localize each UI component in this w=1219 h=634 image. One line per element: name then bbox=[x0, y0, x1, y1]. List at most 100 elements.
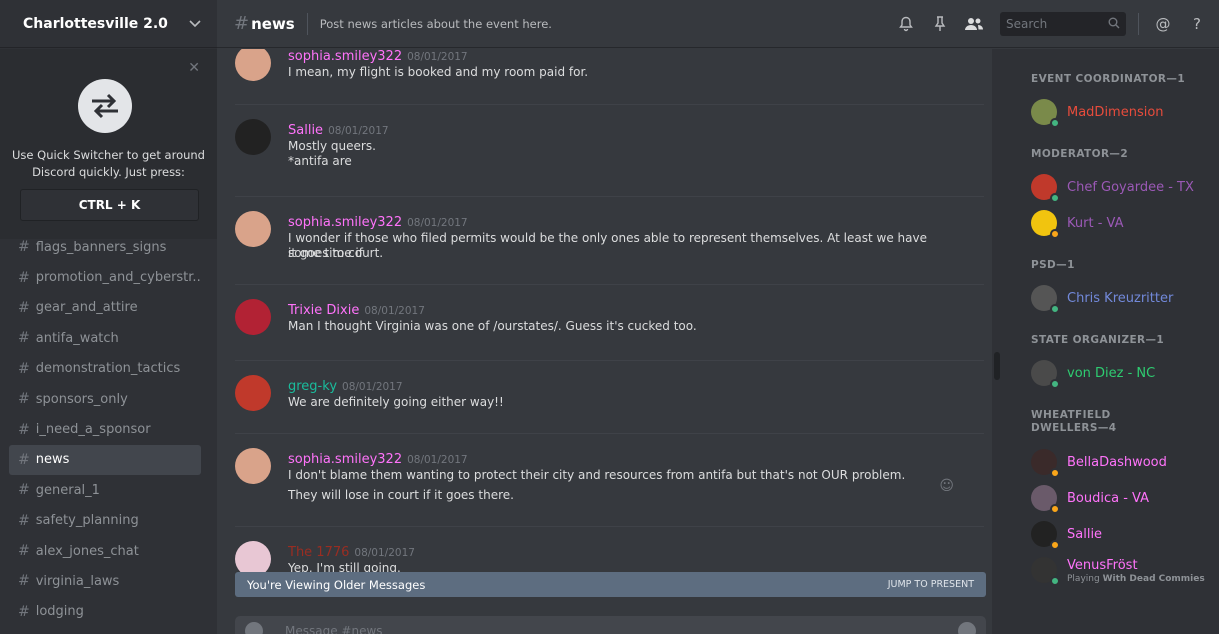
status-idle-icon bbox=[1050, 229, 1060, 239]
hash-icon: # bbox=[18, 512, 30, 529]
hash-icon: # bbox=[18, 573, 30, 590]
hash-icon: # bbox=[234, 13, 250, 34]
scrollbar-track[interactable] bbox=[992, 49, 1002, 634]
member-item[interactable]: von Diez - NC bbox=[1031, 358, 1155, 389]
avatar bbox=[1031, 485, 1060, 514]
avatar bbox=[1031, 521, 1060, 550]
message-meta: sophia.smiley322 08/01/2017 bbox=[288, 448, 468, 467]
hash-icon: # bbox=[18, 482, 30, 499]
add-reaction-icon[interactable]: ☺ bbox=[939, 478, 954, 494]
channel-item[interactable]: # safety_planning bbox=[9, 506, 201, 536]
message-author[interactable]: Trixie Dixie bbox=[288, 303, 359, 318]
message-author[interactable]: sophia.smiley322 bbox=[288, 215, 402, 230]
channel-name: antifa_watch bbox=[35, 330, 119, 346]
message-divider bbox=[235, 360, 984, 361]
member-item[interactable]: VenusFröst Playing With Dead Commies bbox=[1031, 555, 1205, 586]
status-online-icon bbox=[1050, 193, 1060, 203]
role-header: EVENT COORDINATOR—1 bbox=[1031, 73, 1186, 85]
channel-name: virginia_laws bbox=[35, 573, 120, 589]
message-text: it goes to court. bbox=[288, 246, 384, 260]
channel-name: sponsors_only bbox=[35, 391, 128, 407]
toolbar-divider bbox=[1138, 13, 1139, 35]
status-idle-icon bbox=[1050, 540, 1060, 550]
message-author[interactable]: sophia.smiley322 bbox=[288, 49, 402, 64]
message-author[interactable]: greg-ky bbox=[288, 379, 337, 394]
older-messages-bar: You're Viewing Older Messages JUMP TO PRE… bbox=[235, 572, 986, 597]
avatar[interactable] bbox=[235, 375, 271, 411]
channel-header: # news Post news articles about the even… bbox=[217, 0, 1219, 48]
member-item[interactable]: Boudica - VA bbox=[1031, 483, 1149, 514]
avatar[interactable] bbox=[235, 211, 271, 247]
message-meta: The 1776 08/01/2017 bbox=[288, 541, 415, 560]
channel-item[interactable]: # gear_and_attire bbox=[9, 293, 201, 323]
close-icon[interactable]: ✕ bbox=[188, 60, 200, 76]
message-author[interactable]: The 1776 bbox=[288, 545, 349, 560]
member-name: MadDimension bbox=[1067, 104, 1164, 120]
avatar[interactable] bbox=[235, 299, 271, 335]
avatar bbox=[1031, 99, 1060, 128]
member-item[interactable]: Chef Goyardee - TX bbox=[1031, 172, 1194, 203]
channel-name: alex_jones_chat bbox=[35, 543, 139, 559]
channel-item[interactable]: # promotion_and_cyberstr... bbox=[9, 262, 201, 292]
hash-icon: # bbox=[18, 451, 30, 468]
channel-item[interactable]: # i_need_a_sponsor bbox=[9, 414, 201, 444]
server-header[interactable]: Charlottesville 2.0 bbox=[0, 0, 217, 48]
member-item[interactable]: MadDimension bbox=[1031, 97, 1164, 128]
member-item[interactable]: Kurt - VA bbox=[1031, 208, 1124, 239]
avatar bbox=[1031, 557, 1060, 586]
message-author[interactable]: sophia.smiley322 bbox=[288, 452, 402, 467]
search-input[interactable]: Search bbox=[1000, 12, 1126, 36]
channel-sidebar: Charlottesville 2.0 # flags_banners_signs… bbox=[0, 0, 217, 634]
jump-to-present-button[interactable]: JUMP TO PRESENT bbox=[888, 579, 974, 590]
avatar bbox=[1031, 285, 1060, 314]
channel-item[interactable]: # sponsors_only bbox=[9, 384, 201, 414]
avatar bbox=[1031, 449, 1060, 478]
avatar[interactable] bbox=[235, 49, 271, 81]
help-icon[interactable]: ? bbox=[1183, 10, 1211, 38]
message-input-placeholder: Message #news bbox=[285, 624, 383, 634]
upload-icon[interactable] bbox=[245, 622, 263, 634]
channel-item[interactable]: # lodging bbox=[9, 597, 201, 627]
chevron-down-icon[interactable] bbox=[189, 17, 201, 31]
member-item[interactable]: BellaDashwood bbox=[1031, 447, 1167, 478]
message-input[interactable]: Message #news bbox=[235, 616, 986, 634]
quick-switcher-line2: Discord quickly. Just press: bbox=[32, 165, 185, 179]
message-author[interactable]: Sallie bbox=[288, 123, 323, 138]
emoji-icon[interactable] bbox=[958, 622, 976, 634]
hash-icon: # bbox=[18, 421, 30, 438]
message-timestamp: 08/01/2017 bbox=[407, 51, 468, 63]
channel-item[interactable]: # demonstration_tactics bbox=[9, 354, 201, 384]
avatar bbox=[1031, 360, 1060, 389]
channel-item[interactable]: # news bbox=[9, 444, 201, 476]
activity-name: With Dead Commies bbox=[1102, 574, 1205, 584]
channel-item[interactable]: #lodging_wanted bbox=[9, 627, 201, 634]
channel-item[interactable]: # antifa_watch bbox=[9, 323, 201, 353]
activity-prefix: Playing bbox=[1067, 574, 1100, 584]
channel-item[interactable]: # alex_jones_chat bbox=[9, 536, 201, 566]
members-icon[interactable] bbox=[960, 10, 988, 38]
channel-name: lodging bbox=[35, 604, 84, 620]
header-divider bbox=[306, 12, 308, 35]
role-header: MODERATOR—2 bbox=[1031, 148, 1129, 160]
avatar[interactable] bbox=[235, 119, 271, 155]
member-item[interactable]: Sallie bbox=[1031, 519, 1102, 550]
channel-item[interactable]: # virginia_laws bbox=[9, 566, 201, 596]
bell-icon[interactable] bbox=[892, 10, 920, 38]
channel-name: news bbox=[35, 452, 70, 468]
status-idle-icon bbox=[1050, 504, 1060, 514]
quick-switcher-text: Use Quick Switcher to get around Discord… bbox=[0, 147, 217, 181]
message-timestamp: 08/01/2017 bbox=[407, 217, 468, 229]
avatar[interactable] bbox=[235, 448, 271, 484]
scrollbar-thumb[interactable] bbox=[994, 352, 1000, 380]
search-icon bbox=[1108, 17, 1120, 32]
member-item[interactable]: Chris Kreuzritter bbox=[1031, 283, 1173, 314]
pin-icon[interactable] bbox=[926, 10, 954, 38]
message-divider bbox=[235, 284, 984, 285]
member-name: Kurt - VA bbox=[1067, 215, 1124, 231]
member-name: VenusFröst bbox=[1067, 557, 1138, 573]
quick-switcher-line1: Use Quick Switcher to get around bbox=[12, 148, 205, 162]
channel-item[interactable]: # general_1 bbox=[9, 475, 201, 505]
hash-icon: # bbox=[18, 360, 30, 377]
hash-icon: # bbox=[18, 543, 30, 560]
mention-icon[interactable]: @ bbox=[1149, 10, 1177, 38]
